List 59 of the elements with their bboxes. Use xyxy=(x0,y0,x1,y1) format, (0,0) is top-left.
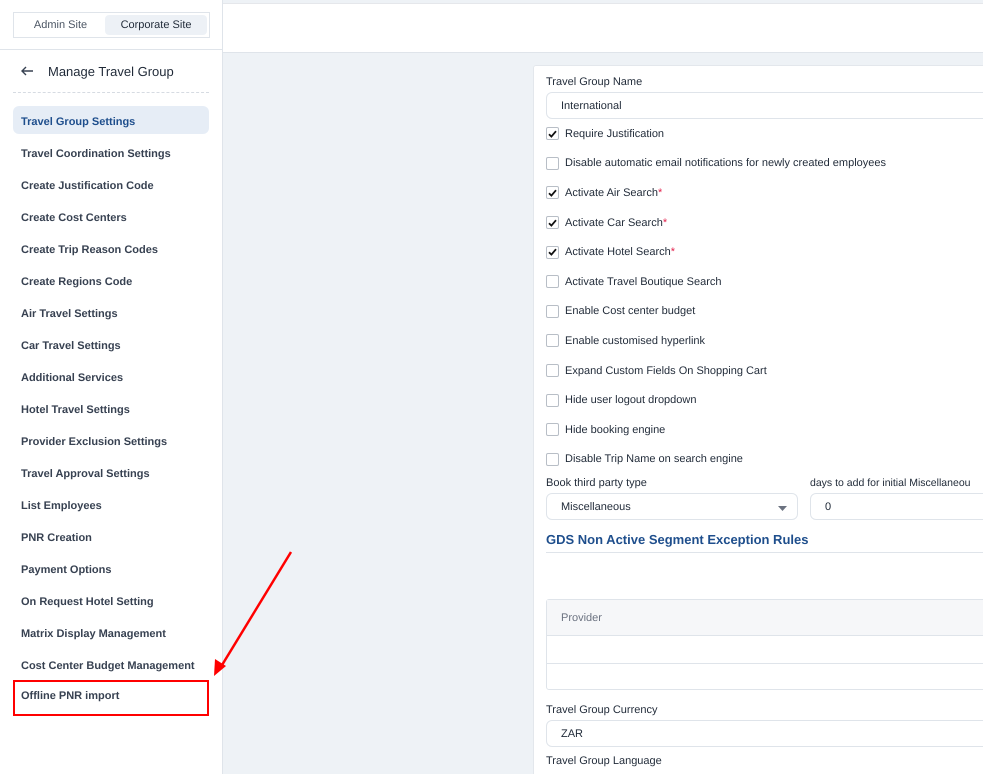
sidebar-item[interactable]: Create Regions Code xyxy=(13,266,209,294)
checkbox-label: Enable Cost center budget xyxy=(565,305,696,318)
back-button[interactable] xyxy=(21,66,34,76)
sidebar-item[interactable]: Offline PNR import xyxy=(13,680,209,716)
sidebar-item[interactable]: Create Cost Centers xyxy=(13,202,209,230)
checkbox-label: Disable automatic email notifications for newly created employees xyxy=(565,157,886,170)
sidebar-item[interactable]: List Employees xyxy=(13,490,209,518)
checkbox-label: Activate Car Search* xyxy=(565,216,668,229)
column-header: Provider xyxy=(561,612,602,624)
field-label: Book third party type xyxy=(546,476,648,492)
checkbox-label: Expand Custom Fields On Shopping Cart xyxy=(565,364,767,377)
sidebar-item[interactable]: Car Travel Settings xyxy=(13,330,209,358)
sidebar-item[interactable]: Provider Exclusion Settings xyxy=(13,426,209,454)
sidebar-item[interactable]: On Request Hotel Setting xyxy=(13,586,209,614)
checkbox[interactable] xyxy=(546,334,559,348)
site-tab[interactable]: Admin Site xyxy=(16,15,106,35)
section-title: GDS Non Active Segment Exception Rules xyxy=(546,532,983,554)
checkbox-label: Require Justification xyxy=(565,128,664,140)
checkbox[interactable] xyxy=(546,304,559,318)
sidebar-item[interactable]: PNR Creation xyxy=(13,522,209,550)
checkbox[interactable] xyxy=(546,216,559,230)
checkbox[interactable] xyxy=(546,394,559,407)
checkbox-label: Activate Air Search* xyxy=(565,186,662,199)
sidebar-item[interactable]: Additional Services xyxy=(13,362,209,390)
days-field[interactable]: 0 xyxy=(810,493,983,520)
site-tab[interactable]: Corporate Site xyxy=(105,15,207,35)
name-field[interactable]: International xyxy=(546,92,983,119)
sidebar-item[interactable]: Create Justification Code xyxy=(13,170,209,198)
type-dropdown[interactable]: Miscellaneous xyxy=(546,493,798,520)
checkbox-label: Activate Hotel Search* xyxy=(565,246,676,258)
sidebar-item[interactable]: Travel Group Settings xyxy=(13,106,209,134)
checkbox[interactable] xyxy=(546,364,559,378)
sidebar-item[interactable]: Travel Approval Settings xyxy=(13,458,209,486)
sidebar-item[interactable]: Travel Coordination Settings xyxy=(13,138,209,166)
checkbox[interactable] xyxy=(546,127,559,140)
sidebar-item[interactable]: Payment Options xyxy=(13,554,209,582)
checkbox[interactable] xyxy=(546,246,559,259)
checkbox[interactable] xyxy=(546,423,559,436)
field-label: days to add for initial Miscellaneou xyxy=(810,476,972,492)
checkbox[interactable] xyxy=(546,186,559,200)
checkbox[interactable] xyxy=(546,156,559,170)
field-label: Travel Group Name xyxy=(546,75,644,90)
sidebar-item[interactable]: Create Trip Reason Codes xyxy=(13,234,209,262)
sidebar-item[interactable]: Matrix Display Management xyxy=(13,618,209,646)
page-title: Manage Travel Group xyxy=(48,64,174,78)
checkbox-label: Hide user logout dropdown xyxy=(565,394,696,406)
field-label: Travel Group Language xyxy=(546,754,663,770)
sidebar-item[interactable]: Air Travel Settings xyxy=(13,298,209,326)
sidebar-item[interactable]: Hotel Travel Settings xyxy=(13,394,209,422)
checkbox-label: Enable customised hyperlink xyxy=(565,334,706,347)
caret-icon xyxy=(778,506,787,512)
checkbox-label: Activate Travel Boutique Search xyxy=(565,276,722,288)
checkbox[interactable] xyxy=(546,452,559,466)
checkbox[interactable] xyxy=(546,275,559,288)
sidebar-item[interactable]: Cost Center Budget Management xyxy=(13,650,209,678)
checkbox-label: Disable Trip Name on search engine xyxy=(565,453,743,466)
field-label: Travel Group Currency xyxy=(546,703,658,718)
currency-field[interactable]: ZAR xyxy=(546,720,983,748)
checkbox-label: Hide booking engine xyxy=(565,424,666,436)
